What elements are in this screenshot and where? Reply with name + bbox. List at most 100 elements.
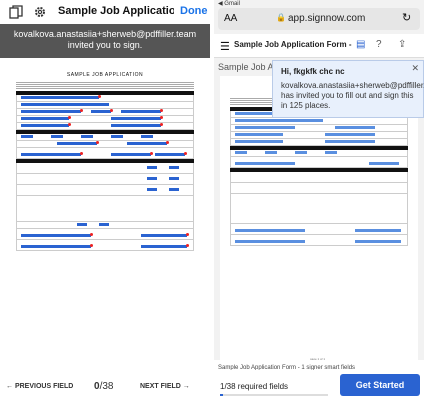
form-field[interactable] <box>77 223 87 226</box>
invite-banner-text: invited you to sign. <box>67 40 143 50</box>
header-document-title: Sample Job Application Form - 1 ... <box>234 40 352 49</box>
form-field[interactable] <box>169 188 179 191</box>
form-field[interactable] <box>121 109 163 113</box>
form-row <box>230 150 408 157</box>
popup-greeting: Hi, fkgkfk chc nc <box>281 67 345 76</box>
form-row <box>16 141 194 148</box>
form-field[interactable] <box>147 188 157 191</box>
form-field[interactable] <box>111 116 163 120</box>
close-icon[interactable]: ✕ <box>411 63 419 74</box>
signnow-header: ☰ Sample Job Application Form - 1 ... ▤ … <box>214 34 424 58</box>
share-icon[interactable]: ⇪ <box>398 39 406 50</box>
form-field[interactable] <box>235 162 295 165</box>
form-field[interactable] <box>235 126 295 129</box>
form-field[interactable] <box>235 240 305 243</box>
form-field[interactable] <box>21 233 93 237</box>
chat-icon[interactable]: ▤ <box>356 39 365 50</box>
field-navigation-bar: ← PREVIOUS FIELD 0/38 NEXT FIELD → <box>0 378 210 396</box>
form-row <box>230 224 408 235</box>
form-field[interactable] <box>21 116 71 120</box>
form-field[interactable] <box>81 135 93 138</box>
form-field[interactable] <box>21 103 109 106</box>
done-button[interactable]: Done <box>180 5 208 17</box>
form-field[interactable] <box>235 151 247 154</box>
form-field[interactable] <box>355 240 401 243</box>
lock-icon: 🔒 <box>276 13 286 22</box>
form-row <box>16 123 194 130</box>
gear-icon[interactable] <box>32 4 48 20</box>
required-fields-progress <box>220 394 328 396</box>
reader-options-button[interactable]: AA <box>224 13 237 24</box>
right-browser-pane: ◀ Gmail AA 🔒 app.signnow.com ↻ ☰ Sample … <box>214 0 424 400</box>
form-field[interactable] <box>57 141 99 145</box>
form-field[interactable] <box>235 140 283 143</box>
form-field[interactable] <box>99 223 109 226</box>
form-field[interactable] <box>355 229 401 232</box>
form-field[interactable] <box>235 229 305 232</box>
form-field[interactable] <box>295 151 307 154</box>
form-row <box>16 95 194 102</box>
previous-field-button[interactable]: ← PREVIOUS FIELD <box>6 383 73 390</box>
bottom-action-bar: 1/38 required fields Get Started <box>214 370 424 400</box>
next-field-button[interactable]: NEXT FIELD → <box>140 383 190 390</box>
form-row <box>230 139 408 146</box>
url-address[interactable]: app.signnow.com <box>288 13 365 24</box>
form-row <box>16 229 194 240</box>
form-field[interactable] <box>325 140 375 143</box>
field-counter: 0/38 <box>94 381 113 392</box>
form-row <box>16 102 194 109</box>
form-field[interactable] <box>21 95 101 99</box>
form-field[interactable] <box>155 152 187 156</box>
help-icon[interactable]: ? <box>376 39 382 50</box>
form-field[interactable] <box>141 135 153 138</box>
form-field[interactable] <box>111 123 163 127</box>
get-started-button[interactable]: Get Started <box>340 374 420 396</box>
form-row <box>16 222 194 229</box>
form-row <box>16 185 194 196</box>
form-field[interactable] <box>169 166 179 169</box>
left-signing-app-pane: Sample Job Applicatio... Done kovalkova.… <box>0 0 210 400</box>
form-field[interactable] <box>335 126 375 129</box>
document-page: SAMPLE JOB APPLICATION <box>6 60 204 338</box>
doc-intro-paragraph <box>16 81 194 89</box>
form-field[interactable] <box>51 135 63 138</box>
form-field[interactable] <box>265 151 277 154</box>
form-row <box>16 116 194 123</box>
form-field[interactable] <box>235 133 283 136</box>
form-field[interactable] <box>111 135 123 138</box>
progress-fill <box>220 394 224 396</box>
doc-heading: SAMPLE JOB APPLICATION <box>66 72 144 78</box>
status-back-to-app[interactable]: ◀ Gmail <box>214 0 424 8</box>
form-field[interactable] <box>141 244 189 248</box>
form-field[interactable] <box>369 162 399 165</box>
form-field[interactable] <box>147 166 157 169</box>
form-field[interactable] <box>21 135 33 138</box>
left-top-bar: Sample Job Applicatio... Done <box>0 0 210 24</box>
reload-icon[interactable]: ↻ <box>402 11 411 24</box>
browser-url-bar[interactable]: AA 🔒 app.signnow.com ↻ <box>218 8 420 30</box>
form-field[interactable] <box>21 152 83 156</box>
form-row <box>16 196 194 222</box>
invitation-popup: ✕ Hi, fkgkfk chc nc kovalkova.anastasiia… <box>272 60 424 118</box>
form-row <box>16 109 194 116</box>
form-row <box>230 194 408 224</box>
copy-document-icon[interactable] <box>8 4 24 20</box>
form-field[interactable] <box>169 177 179 180</box>
form-field[interactable] <box>21 123 71 127</box>
document-page: SAMPLE JOB APPLICATION <box>220 76 418 366</box>
hamburger-menu-icon[interactable]: ☰ <box>220 40 230 53</box>
form-field[interactable] <box>147 177 157 180</box>
invite-banner: kovalkova.anastasiia+sherweb@pdffiller.t… <box>0 24 210 58</box>
form-row <box>230 183 408 194</box>
form-field[interactable] <box>21 109 83 113</box>
form-field[interactable] <box>21 244 93 248</box>
form-field[interactable] <box>325 151 337 154</box>
form-field[interactable] <box>111 152 153 156</box>
form-row <box>230 172 408 183</box>
form-field[interactable] <box>141 233 189 237</box>
form-field[interactable] <box>127 141 169 145</box>
form-field[interactable] <box>235 119 323 122</box>
form-field[interactable] <box>325 133 375 136</box>
form-row <box>16 148 194 159</box>
form-field[interactable] <box>91 109 113 113</box>
